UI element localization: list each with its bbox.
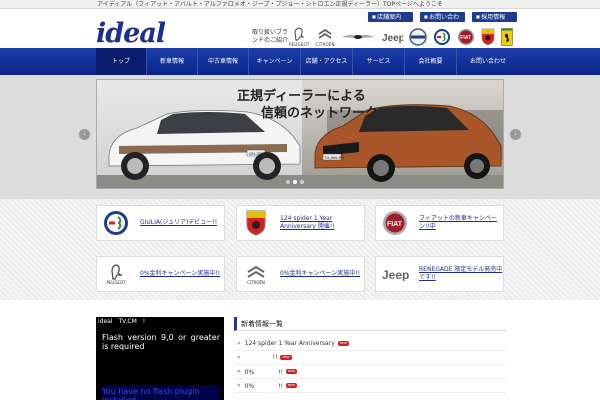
- campaign-card-text[interactable]: フィアットの新車キャンペーン!!中: [419, 215, 503, 231]
- jeep-logo-icon: Jeep: [382, 268, 409, 281]
- peugeot-logo-icon: [294, 27, 305, 41]
- nav-top[interactable]: トップ: [96, 48, 147, 75]
- nav-company[interactable]: 会社概要: [405, 48, 457, 75]
- brand-abarth[interactable]: [481, 26, 495, 48]
- hero-caption-line2: 信頼のネットワーク: [261, 106, 379, 121]
- news-title: 新着情報一覧: [234, 317, 506, 331]
- peugeot-logo-icon: [111, 263, 123, 280]
- news-item-text[interactable]: 0% !!: [245, 381, 283, 390]
- brand-alfa-romeo[interactable]: [433, 26, 451, 48]
- brand-fiat[interactable]: FIAT: [457, 26, 475, 48]
- hero-caption: 正規ディーラーによる 信頼のネットワーク: [237, 88, 378, 122]
- news-item-text[interactable]: !!: [245, 354, 278, 361]
- new-badge: NEW: [286, 383, 298, 388]
- jeep-logo-icon: Jeep: [382, 33, 403, 43]
- chevron-right-icon: »: [237, 354, 241, 361]
- citroen-logo-icon: [318, 29, 332, 39]
- slider-dots: [286, 180, 304, 184]
- util-link-recruit[interactable]: 採用情報: [472, 12, 517, 22]
- flash-plugin-link[interactable]: You have no flash plugin installed: [102, 385, 220, 400]
- brand-jeep[interactable]: Jeep: [381, 26, 403, 48]
- brand-logos: PEUGEOT CITROËN Jeep FIAT: [289, 26, 513, 48]
- campaign-card-citroen[interactable]: CITROËN 0%金利キャンペーン実施中!!: [236, 256, 365, 292]
- fiat-logo-icon: FIAT: [383, 211, 407, 235]
- chevron-right-icon: »: [237, 368, 241, 375]
- header: ideal 店舗案内 お問い合わせ 採用情報 取り扱いブランドのご紹介 PEUG…: [0, 9, 600, 48]
- ferrari-logo-icon: [501, 28, 513, 46]
- campaign-card-text[interactable]: GIULIA(ジュリア)デビュー!!: [140, 219, 217, 227]
- nav-used-cars[interactable]: 中古車情報: [198, 48, 249, 75]
- campaign-card-text[interactable]: RENEGADE 限定モデル発売中です!!: [419, 266, 503, 282]
- nav-stores[interactable]: 店舗・アクセス: [301, 48, 353, 75]
- campaign-card-jeep[interactable]: Jeep RENEGADE 限定モデル発売中です!!: [375, 256, 504, 292]
- abarth-logo-icon: [246, 210, 266, 236]
- news-item-text[interactable]: 0% !!: [245, 367, 283, 376]
- campaign-card-text[interactable]: 124 spider 1 Year Anniversary 開催!!: [280, 215, 364, 231]
- top-bar: アイディアル（フィアット・アバルト・アルファロメオ・ジープ・プジョー・シトロエン…: [0, 0, 600, 9]
- brand-chrysler[interactable]: [341, 26, 375, 48]
- campaign-card-text[interactable]: 0%金利キャンペーン実施中!!: [280, 270, 360, 278]
- main-nav: トップ 新車情報 中古車情報 キャンペーン 店舗・アクセス サービス 会社概要 …: [0, 48, 600, 75]
- svg-text:Jeep: Jeep: [382, 268, 409, 281]
- citroen-logo-icon: [247, 265, 265, 278]
- new-badge: NEW: [280, 355, 292, 360]
- tv-cm-video[interactable]: ideal TV.CM ! Flash version 9,0 or great…: [96, 317, 224, 400]
- slider-dot[interactable]: [300, 180, 304, 184]
- campaign-card-peugeot[interactable]: PEUGEOT 0%金利キャンペーン実施中!!: [96, 256, 225, 292]
- bottom-section: ideal TV.CM ! Flash version 9,0 or great…: [0, 300, 600, 400]
- campaign-card-fiat[interactable]: FIAT フィアットの新車キャンペーン!!中: [375, 205, 504, 241]
- news-item[interactable]: » 124 spider 1 Year Anniversary NEW: [234, 337, 506, 351]
- flash-version-message: Flash version 9,0 or greater is required: [102, 333, 220, 351]
- util-link-contact[interactable]: お問い合わせ: [420, 12, 465, 31]
- nav-contact[interactable]: お問い合わせ: [457, 48, 519, 75]
- brand-caption: 取り扱いブランドのご紹介: [252, 29, 289, 44]
- news-item-text[interactable]: 124 spider 1 Year Anniversary: [245, 340, 335, 347]
- alfa-romeo-logo-icon: [104, 211, 128, 235]
- volvo-logo-icon: [409, 28, 427, 46]
- news-item[interactable]: » 0% !! NEW: [234, 379, 506, 393]
- fiat-logo-icon: FIAT: [457, 29, 474, 45]
- svg-text:FIAT: FIAT: [387, 221, 403, 228]
- svg-text:FIAT: FIAT: [460, 35, 471, 41]
- util-link-stores[interactable]: 店舗案内: [368, 12, 413, 22]
- site-logo[interactable]: ideal: [96, 20, 166, 48]
- nav-campaign[interactable]: キャンペーン: [249, 48, 301, 75]
- brand-citroen[interactable]: CITROËN: [316, 26, 335, 48]
- campaign-card-abarth[interactable]: 124 spider 1 Year Anniversary 開催!!: [236, 205, 365, 241]
- slider-dot[interactable]: [293, 180, 297, 184]
- plate-right: TH-969-RR: [324, 155, 345, 160]
- campaign-cards: GIULIA(ジュリア)デビュー!! 124 spider 1 Year Ann…: [0, 199, 600, 300]
- abarth-logo-icon: [481, 28, 495, 46]
- welcome-text: アイディアル（フィアット・アバルト・アルファロメオ・ジープ・プジョー・シトロエン…: [97, 1, 443, 8]
- utility-links: 店舗案内 お問い合わせ 採用情報: [368, 12, 517, 31]
- brand-ferrari[interactable]: [501, 26, 513, 48]
- hero-slide[interactable]: GH-257-ZF TH-969-RR 正規ディーラーによる 信頼のネットワーク: [96, 79, 504, 189]
- news-panel: 新着情報一覧 » 124 spider 1 Year Anniversary N…: [234, 317, 506, 393]
- new-badge: NEW: [286, 369, 298, 374]
- brand-peugeot[interactable]: PEUGEOT: [289, 26, 310, 48]
- svg-text:Jeep: Jeep: [382, 33, 403, 43]
- news-item[interactable]: » 0% !! NEW: [234, 365, 506, 379]
- chevron-right-icon: »: [237, 382, 241, 389]
- brand-volvo[interactable]: [409, 26, 427, 48]
- chevron-right-icon: »: [237, 340, 241, 347]
- slider-prev-button[interactable]: ‹: [79, 129, 90, 140]
- news-item[interactable]: » !! NEW: [234, 351, 506, 365]
- alfa-romeo-logo-icon: [433, 29, 450, 45]
- nav-service[interactable]: サービス: [353, 48, 405, 75]
- new-badge: NEW: [337, 341, 349, 346]
- slider-next-button[interactable]: ›: [510, 129, 521, 140]
- hero-caption-line1: 正規ディーラーによる: [237, 89, 366, 104]
- campaign-card-text[interactable]: 0%金利キャンペーン実施中!!: [140, 270, 220, 278]
- campaign-card-alfa-romeo[interactable]: GIULIA(ジュリア)デビュー!!: [96, 205, 225, 241]
- slider-dot[interactable]: [286, 180, 290, 184]
- video-title: ideal TV.CM !: [98, 318, 146, 325]
- nav-new-cars[interactable]: 新車情報: [147, 48, 198, 75]
- chrysler-logo-icon: [341, 34, 374, 39]
